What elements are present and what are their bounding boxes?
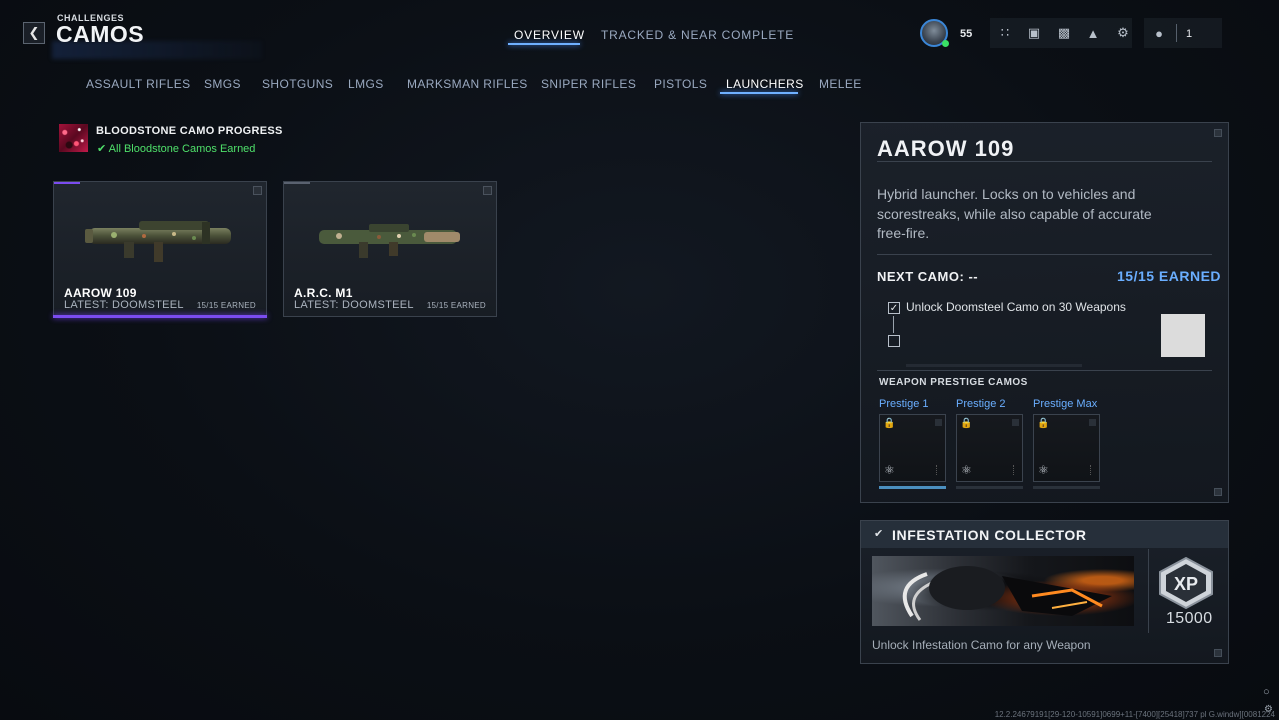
back-button[interactable]: ❮ [23,22,45,44]
build-version-text: 12.2.24679191[29-120-10591]0699+11-[7400… [994,710,1275,719]
checkmark-icon: ✔ [97,143,107,155]
checkmark-icon: ✔ [874,528,884,540]
infestation-separator [1148,549,1149,633]
tab-overview-underline [508,43,580,45]
lock-icon: 🔒 [1037,418,1050,429]
party-icon[interactable]: ● [1151,25,1167,41]
infestation-creature-art [902,566,1112,621]
online-status-dot [942,40,949,47]
card-corner-icon [483,186,492,195]
tile-corner-icon [935,419,942,426]
checkmark-icon: ✓ [889,302,899,314]
tab-tracked-near-complete[interactable]: TRACKED & NEAR COMPLETE [601,28,794,42]
category-launchers-underline [720,92,798,94]
challenge-progress-track [906,364,1082,367]
prestige-emblem-icon: ⚛ [961,463,972,477]
prestige-2-label[interactable]: Prestige 2 [956,398,1006,410]
bloodstone-status-text: All Bloodstone Camos Earned [108,143,256,155]
challenge-text: Unlock Doomsteel Camo on 30 Weapons [906,300,1126,314]
bloodstone-camo-swatch [59,124,88,152]
detail-earned-count: 15/15 EARNED [1117,268,1222,284]
chevron-left-icon: ❮ [28,25,40,40]
bloodstone-title: BLOODSTONE CAMO PROGRESS [96,125,283,137]
weapon-card-arc-m1[interactable]: A.R.C. M1 LATEST: DOOMSTEEL 15/15 EARNED [283,181,497,317]
xp-badge-icon: XP [1159,557,1213,609]
category-lmgs[interactable]: LMGS [348,77,384,91]
tile-indicator [1013,465,1016,475]
settings-gear-icon[interactable]: ⚙ [1115,25,1131,41]
category-marksman-rifles[interactable]: MARKSMAN RIFLES [407,77,528,91]
tile-corner-icon [1012,419,1019,426]
aarow-109-launcher-image [85,221,231,262]
category-melee[interactable]: MELEE [819,77,862,91]
store-icon[interactable]: ▣ [1026,25,1042,41]
challenge-checkbox-unchecked[interactable] [888,335,900,347]
divider [877,254,1212,255]
tile-indicator [936,465,939,475]
lock-icon: 🔒 [960,418,973,429]
prestige-1-label[interactable]: Prestige 1 [879,398,929,410]
card-corner-icon [253,186,262,195]
tile-corner-icon [1089,419,1096,426]
camo-reward-preview[interactable] [1161,314,1205,357]
category-assault-rifles[interactable]: ASSAULT RIFLES [86,77,191,91]
infestation-camo-image [872,556,1134,626]
weapon-latest-camo: LATEST: DOOMSTEEL [64,299,184,311]
weapon-card-aarow-109[interactable]: AAROW 109 LATEST: DOOMSTEEL 15/15 EARNED [53,181,267,318]
weapon-earned-count: 15/15 EARNED [426,301,486,310]
xp-amount: 15000 [1166,610,1213,627]
bloodstone-status: ✔ All Bloodstone Camos Earned [97,142,255,155]
next-camo-label: NEXT CAMO: -- [877,269,979,284]
category-launchers[interactable]: LAUNCHERS [726,77,804,91]
panel-corner-icon [1214,488,1222,496]
prestige-2-progress-bar [956,486,1023,489]
tab-overview[interactable]: OVERVIEW [514,28,585,42]
prestige-max-tile[interactable]: 🔒 ⚛ [1033,414,1100,482]
tray-separator [1176,24,1177,42]
card-progress-indicator [284,182,310,184]
challenge-checkbox-checked[interactable]: ✓ [888,302,900,314]
panel-corner-icon [1214,129,1222,137]
card-progress-indicator [54,182,80,184]
selected-indicator [53,315,267,318]
prestige-max-progress-bar [1033,486,1100,489]
camera-icon[interactable]: ▩ [1056,25,1072,41]
xp-badge-label: XP [1174,574,1198,594]
prestige-emblem-icon: ⚛ [1038,463,1049,477]
category-sniper-rifles[interactable]: SNIPER RIFLES [541,77,636,91]
divider [877,370,1212,371]
infestation-title: INFESTATION COLLECTOR [892,527,1087,543]
detail-description: Hybrid launcher. Locks on to vehicles an… [877,186,1152,241]
category-smgs[interactable]: SMGS [204,77,241,91]
weapon-name: A.R.C. M1 [294,286,353,300]
detail-weapon-title: AAROW 109 [877,136,1015,161]
lock-icon: 🔒 [883,418,896,429]
prestige-emblem-icon: ⚛ [884,463,895,477]
checkbox-connector [893,316,894,333]
category-pistols[interactable]: PISTOLS [654,77,707,91]
weapon-name: AAROW 109 [64,286,137,300]
arc-m1-launcher-image [319,224,460,258]
weapon-latest-camo: LATEST: DOOMSTEEL [294,299,414,311]
prestige-1-progress-bar [879,486,946,489]
player-level: 55 [960,28,973,40]
microphone-icon[interactable]: ○ [1263,686,1270,698]
category-shotguns[interactable]: SHOTGUNS [262,77,333,91]
divider [877,161,1212,162]
notification-bell-icon[interactable]: ▲ [1085,25,1101,41]
infestation-description: Unlock Infestation Camo for any Weapon [872,638,1091,652]
tile-indicator [1090,465,1093,475]
panel-corner-icon [1214,649,1222,657]
prestige-max-label[interactable]: Prestige Max [1033,398,1097,410]
prestige-2-tile[interactable]: 🔒 ⚛ [956,414,1023,482]
prestige-camos-header: WEAPON PRESTIGE CAMOS [879,377,1028,388]
page-title: CAMOS [56,21,145,47]
prestige-1-tile[interactable]: 🔒 ⚛ [879,414,946,482]
party-count: 1 [1186,28,1193,40]
apps-grid-icon[interactable]: ∷ [997,25,1013,41]
weapon-earned-count: 15/15 EARNED [196,301,256,310]
